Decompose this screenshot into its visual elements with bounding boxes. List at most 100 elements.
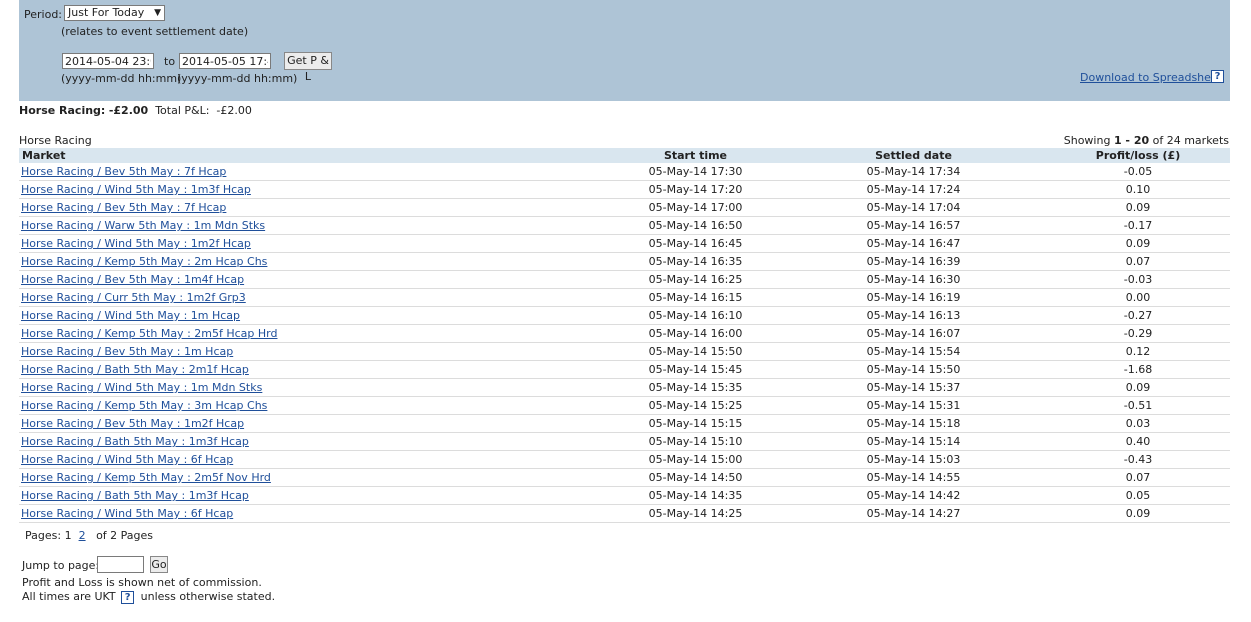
market-link[interactable]: Horse Racing / Bath 5th May : 1m3f Hcap xyxy=(21,489,249,502)
market-cell: Horse Racing / Wind 5th May : 6f Hcap xyxy=(19,450,610,469)
table-row: Horse Racing / Warw 5th May : 1m Mdn Stk… xyxy=(19,216,1230,235)
go-button[interactable]: Go xyxy=(150,556,168,573)
table-row: Horse Racing / Kemp 5th May : 2m5f Nov H… xyxy=(19,468,1230,487)
table-row: Horse Racing / Bev 5th May : 1m4f Hcap 05… xyxy=(19,270,1230,289)
table-row: Horse Racing / Wind 5th May : 1m2f Hcap 0… xyxy=(19,234,1230,253)
table-row: Horse Racing / Curr 5th May : 1m2f Grp3 0… xyxy=(19,288,1230,307)
market-link[interactable]: Horse Racing / Bev 5th May : 1m Hcap xyxy=(21,345,233,358)
profit-loss-cell: 0.09 xyxy=(1046,378,1230,397)
commission-note: Profit and Loss is shown net of commissi… xyxy=(22,576,262,589)
settled-date-cell: 05-May-14 16:13 xyxy=(781,306,1046,325)
showing-suffix: of 24 markets xyxy=(1152,134,1229,147)
start-time-cell: 05-May-14 15:25 xyxy=(610,396,781,415)
table-row: Horse Racing / Kemp 5th May : 2m5f Hcap … xyxy=(19,324,1230,343)
download-spreadsheet-link[interactable]: Download to Spreadsheet xyxy=(1080,71,1222,84)
get-pl-button[interactable]: Get P & L xyxy=(284,52,332,83)
profit-loss-cell: -1.68 xyxy=(1046,360,1230,379)
table-row: Horse Racing / Wind 5th May : 1m Mdn Stk… xyxy=(19,378,1230,397)
market-link[interactable]: Horse Racing / Wind 5th May : 1m3f Hcap xyxy=(21,183,251,196)
market-link[interactable]: Horse Racing / Kemp 5th May : 2m5f Hcap … xyxy=(21,327,277,340)
settled-date-cell: 05-May-14 16:19 xyxy=(781,288,1046,307)
download-help-icon[interactable]: ? xyxy=(1211,70,1224,83)
profit-loss-cell: 0.10 xyxy=(1046,180,1230,199)
table-header-row: Market Start time Settled date Profit/lo… xyxy=(19,148,1230,163)
sport-pl-label: Horse Racing: xyxy=(19,104,106,117)
table-row: Horse Racing / Bath 5th May : 1m3f Hcap 0… xyxy=(19,432,1230,451)
market-link[interactable]: Horse Racing / Bev 5th May : 1m2f Hcap xyxy=(21,417,244,430)
total-pl-label: Total P&L: xyxy=(155,104,210,117)
timezone-note: All times are UKT ? unless otherwise sta… xyxy=(22,590,275,604)
market-link[interactable]: Horse Racing / Warw 5th May : 1m Mdn Stk… xyxy=(21,219,265,232)
download-link-label: Download to Spreadsheet xyxy=(1080,71,1223,84)
column-header-profit-loss: Profit/loss (£) xyxy=(1046,148,1230,163)
start-time-cell: 05-May-14 17:30 xyxy=(610,163,781,181)
timezone-note-prefix: All times are UKT xyxy=(22,590,116,603)
timezone-note-suffix: unless otherwise stated. xyxy=(140,590,276,603)
market-link[interactable]: Horse Racing / Kemp 5th May : 3m Hcap Ch… xyxy=(21,399,267,412)
start-time-cell: 05-May-14 16:45 xyxy=(610,234,781,253)
page-link-2[interactable]: 2 xyxy=(79,529,86,542)
section-title: Horse Racing xyxy=(19,134,92,147)
market-cell: Horse Racing / Warw 5th May : 1m Mdn Stk… xyxy=(19,216,610,235)
timezone-help-icon[interactable]: ? xyxy=(121,591,135,604)
start-time-cell: 05-May-14 16:15 xyxy=(610,288,781,307)
to-date-input[interactable] xyxy=(179,53,271,69)
market-link[interactable]: Horse Racing / Wind 5th May : 1m Mdn Stk… xyxy=(21,381,262,394)
table-row: Horse Racing / Kemp 5th May : 3m Hcap Ch… xyxy=(19,396,1230,415)
market-link[interactable]: Horse Racing / Bev 5th May : 1m4f Hcap xyxy=(21,273,244,286)
market-cell: Horse Racing / Wind 5th May : 1m Hcap xyxy=(19,306,610,325)
market-link[interactable]: Horse Racing / Bev 5th May : 7f Hcap xyxy=(21,165,226,178)
profit-loss-cell: 0.07 xyxy=(1046,252,1230,271)
market-cell: Horse Racing / Bev 5th May : 7f Hcap xyxy=(19,163,610,181)
market-cell: Horse Racing / Curr 5th May : 1m2f Grp3 xyxy=(19,288,610,307)
pages-label: Pages: xyxy=(25,529,62,542)
profit-loss-cell: -0.43 xyxy=(1046,450,1230,469)
start-time-cell: 05-May-14 15:45 xyxy=(610,360,781,379)
market-link[interactable]: Horse Racing / Wind 5th May : 6f Hcap xyxy=(21,453,233,466)
market-cell: Horse Racing / Bath 5th May : 1m3f Hcap xyxy=(19,486,610,505)
to-label: to xyxy=(164,55,176,68)
to-format-hint: (yyyy-mm-dd hh:mm) xyxy=(177,72,298,85)
market-link[interactable]: Horse Racing / Wind 5th May : 6f Hcap xyxy=(21,507,233,520)
from-date-input[interactable] xyxy=(62,53,154,69)
market-link[interactable]: Horse Racing / Bev 5th May : 7f Hcap xyxy=(21,201,226,214)
market-link[interactable]: Horse Racing / Kemp 5th May : 2m Hcap Ch… xyxy=(21,255,267,268)
settled-date-cell: 05-May-14 15:37 xyxy=(781,378,1046,397)
pagination: Pages: 1 2 of 2 Pages xyxy=(25,529,153,542)
profit-loss-cell: -0.51 xyxy=(1046,396,1230,415)
market-link[interactable]: Horse Racing / Bath 5th May : 1m3f Hcap xyxy=(21,435,249,448)
profit-loss-cell: -0.27 xyxy=(1046,306,1230,325)
profit-loss-cell: -0.05 xyxy=(1046,163,1230,181)
start-time-cell: 05-May-14 15:00 xyxy=(610,450,781,469)
profit-loss-cell: 0.09 xyxy=(1046,234,1230,253)
table-row: Horse Racing / Bev 5th May : 7f Hcap 05-M… xyxy=(19,198,1230,217)
profit-loss-cell: 0.09 xyxy=(1046,198,1230,217)
market-link[interactable]: Horse Racing / Wind 5th May : 1m Hcap xyxy=(21,309,240,322)
jump-page-input[interactable] xyxy=(97,556,144,573)
settled-date-cell: 05-May-14 14:27 xyxy=(781,504,1046,523)
settled-date-cell: 05-May-14 17:04 xyxy=(781,198,1046,217)
period-select[interactable]: Just For Today ▼ xyxy=(64,5,165,21)
market-link[interactable]: Horse Racing / Curr 5th May : 1m2f Grp3 xyxy=(21,291,246,304)
settled-date-cell: 05-May-14 14:55 xyxy=(781,468,1046,487)
market-link[interactable]: Horse Racing / Bath 5th May : 2m1f Hcap xyxy=(21,363,249,376)
start-time-cell: 05-May-14 15:35 xyxy=(610,378,781,397)
column-header-start-time: Start time xyxy=(610,148,781,163)
settled-date-cell: 05-May-14 15:54 xyxy=(781,342,1046,361)
start-time-cell: 05-May-14 14:35 xyxy=(610,486,781,505)
market-cell: Horse Racing / Wind 5th May : 1m Mdn Stk… xyxy=(19,378,610,397)
table-row: Horse Racing / Bath 5th May : 1m3f Hcap 0… xyxy=(19,486,1230,505)
profit-loss-cell: 0.09 xyxy=(1046,504,1230,523)
page-current: 1 xyxy=(64,529,72,542)
profit-loss-cell: 0.03 xyxy=(1046,414,1230,433)
market-cell: Horse Racing / Wind 5th May : 1m2f Hcap xyxy=(19,234,610,253)
market-link[interactable]: Horse Racing / Wind 5th May : 1m2f Hcap xyxy=(21,237,251,250)
market-link[interactable]: Horse Racing / Kemp 5th May : 2m5f Nov H… xyxy=(21,471,271,484)
profit-loss-cell: -0.17 xyxy=(1046,216,1230,235)
market-cell: Horse Racing / Bath 5th May : 2m1f Hcap xyxy=(19,360,610,379)
total-pl-value: -£2.00 xyxy=(216,104,252,117)
settled-date-cell: 05-May-14 16:07 xyxy=(781,324,1046,343)
dropdown-arrow-icon: ▼ xyxy=(154,8,161,18)
column-header-market: Market xyxy=(19,148,610,163)
market-cell: Horse Racing / Kemp 5th May : 2m Hcap Ch… xyxy=(19,252,610,271)
